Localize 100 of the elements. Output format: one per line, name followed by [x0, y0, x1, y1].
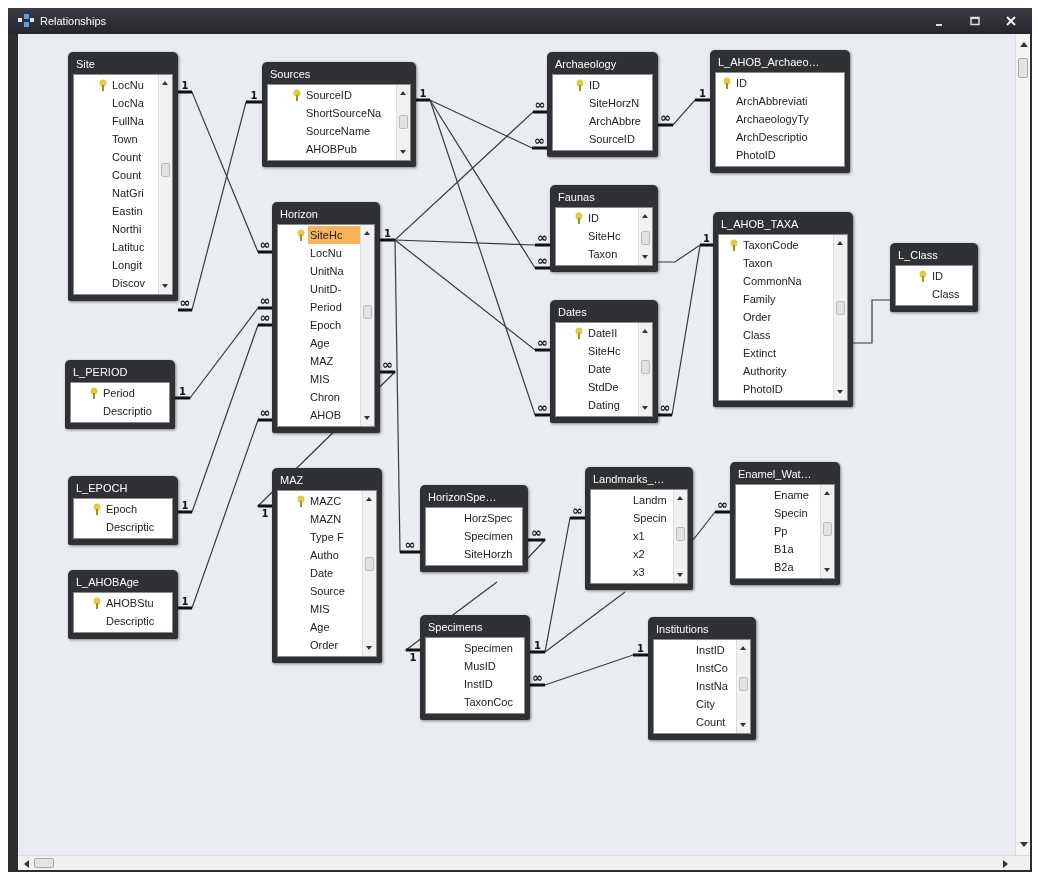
field-name[interactable]: NatGri: [110, 184, 158, 202]
field-name[interactable]: SourceID: [304, 86, 396, 104]
field-name[interactable]: LocNu: [110, 76, 158, 94]
table-card[interactable]: L_Class ID Class: [890, 243, 978, 312]
field-name[interactable]: UnitNa: [308, 262, 360, 280]
field-name[interactable]: InstCo: [694, 659, 736, 677]
field-name[interactable]: SiteHorzh: [462, 545, 522, 563]
table-card[interactable]: MAZ MAZC MAZN Type F Autho Date Source MIS Age Order: [272, 468, 382, 663]
relationship-line[interactable]: [429, 99, 551, 417]
scrollbar[interactable]: [396, 85, 410, 160]
field-name[interactable]: LocNa: [110, 94, 158, 112]
field-name[interactable]: Family: [741, 290, 833, 308]
field-name[interactable]: Count: [110, 166, 158, 184]
field-name[interactable]: AHOB: [308, 406, 360, 424]
field-name[interactable]: SiteHc: [586, 227, 638, 245]
field-name[interactable]: FullNa: [110, 112, 158, 130]
field-name[interactable]: Age: [308, 618, 362, 636]
field-name[interactable]: Period: [101, 384, 169, 402]
table-card[interactable]: Archaeology ID SiteHorzN ArchAbbre SourceID: [547, 52, 658, 157]
field-name[interactable]: SourceName: [304, 122, 396, 140]
field-name[interactable]: x1: [631, 527, 673, 545]
field-name[interactable]: HorzSpec: [462, 509, 522, 527]
field-name[interactable]: Taxon: [586, 245, 638, 263]
field-name[interactable]: Pp: [772, 522, 820, 540]
field-name[interactable]: StdDe: [586, 378, 638, 396]
field-name[interactable]: Taxon: [741, 254, 833, 272]
field-name[interactable]: AHOBPub: [304, 140, 396, 158]
relationship-line[interactable]: [394, 239, 421, 554]
field-name[interactable]: City: [694, 695, 736, 713]
field-name[interactable]: ArchAbbreviati: [734, 92, 844, 110]
field-name[interactable]: Ename: [772, 486, 820, 504]
table-card[interactable]: Dates DateII SiteHc Date StdDe Dating: [550, 300, 658, 423]
scrollbar[interactable]: [638, 208, 652, 265]
vertical-scrollbar[interactable]: [1015, 34, 1030, 855]
field-name[interactable]: Class: [930, 285, 972, 303]
table-card[interactable]: Specimens Specimen MusID InstID TaxonCoc: [420, 615, 530, 720]
field-name[interactable]: MIS: [308, 370, 360, 388]
scrollbar[interactable]: [820, 485, 834, 578]
field-name[interactable]: Descriptio: [101, 402, 169, 420]
table-card[interactable]: L_AHOB_Archaeo… ID ArchAbbreviati ArchaeologyTy ArchDescriptio PhotoID: [710, 50, 850, 173]
table-card[interactable]: HorizonSpe… HorzSpec Specimen SiteHorzh: [420, 485, 528, 572]
field-name[interactable]: Eastin: [110, 202, 158, 220]
scrollbar[interactable]: [833, 235, 847, 400]
field-name[interactable]: MAZN: [308, 510, 362, 528]
field-name[interactable]: SiteHc: [308, 226, 360, 244]
field-name[interactable]: Type F: [308, 528, 362, 546]
relationship-line[interactable]: [394, 239, 551, 352]
field-name[interactable]: Northi: [110, 220, 158, 238]
table-card[interactable]: Horizon SiteHc LocNu UnitNa UnitD- Period Epoch Age MAZ MIS Chron AHOB: [272, 202, 380, 433]
field-name[interactable]: UnitD-: [308, 280, 360, 298]
relationship-line[interactable]: [544, 591, 626, 653]
field-name[interactable]: ArchDescriptio: [734, 128, 844, 146]
horizontal-scrollbar[interactable]: [18, 855, 1030, 870]
field-name[interactable]: SourceID: [587, 130, 652, 148]
relationship-line[interactable]: [429, 99, 551, 270]
table-card[interactable]: Institutions InstID InstCo InstNa City Count: [648, 617, 756, 740]
scrollbar[interactable]: [360, 225, 374, 426]
field-name[interactable]: Descriptic: [104, 612, 172, 630]
field-name[interactable]: Authority: [741, 362, 833, 380]
field-name[interactable]: Period: [308, 298, 360, 316]
scrollbar[interactable]: [673, 490, 687, 583]
field-name[interactable]: Age: [308, 334, 360, 352]
field-name[interactable]: Epoch: [308, 316, 360, 334]
scrollbar[interactable]: [158, 75, 172, 294]
field-name[interactable]: PhotoID: [734, 146, 844, 164]
field-name[interactable]: TaxonCoc: [462, 693, 524, 711]
field-name[interactable]: Specimen: [462, 527, 522, 545]
field-name[interactable]: ID: [930, 267, 972, 285]
field-name[interactable]: SiteHc: [586, 342, 638, 360]
table-card[interactable]: Sources SourceID ShortSourceNa SourceName AHOBPub: [262, 62, 416, 167]
table-card[interactable]: Site LocNu LocNa FullNa Town Count Count NatGri Eastin Northi Latituc Longit Discov: [68, 52, 178, 301]
field-name[interactable]: Order: [741, 308, 833, 326]
field-name[interactable]: Specimen: [462, 639, 524, 657]
table-card[interactable]: Enamel_Wat… Ename Specin Pp B1a B2a: [730, 462, 840, 585]
relationship-line[interactable]: [852, 299, 891, 344]
field-name[interactable]: Extinct: [741, 344, 833, 362]
relationship-line[interactable]: [657, 245, 701, 417]
field-name[interactable]: AHOBStu: [104, 594, 172, 612]
field-name[interactable]: MusID: [462, 657, 524, 675]
relationship-line[interactable]: [394, 239, 551, 247]
field-name[interactable]: MAZ: [308, 352, 360, 370]
field-name[interactable]: Class: [741, 326, 833, 344]
field-name[interactable]: SiteHorzN: [587, 94, 652, 112]
field-name[interactable]: Source: [308, 582, 362, 600]
field-name[interactable]: Town: [110, 130, 158, 148]
field-name[interactable]: ID: [587, 76, 652, 94]
field-name[interactable]: Descriptic: [104, 518, 172, 536]
field-name[interactable]: ArchAbbre: [587, 112, 652, 130]
field-name[interactable]: Longit: [110, 256, 158, 274]
relationship-line[interactable]: [177, 418, 273, 610]
table-card[interactable]: L_PERIOD Period Descriptio: [65, 360, 175, 429]
field-name[interactable]: Specin: [772, 504, 820, 522]
field-name[interactable]: Discov: [110, 274, 158, 292]
field-name[interactable]: Date: [308, 564, 362, 582]
table-card[interactable]: L_AHOBAge AHOBStu Descriptic: [68, 570, 178, 639]
field-name[interactable]: InstID: [462, 675, 524, 693]
field-name[interactable]: DateII: [586, 324, 638, 342]
field-name[interactable]: Epoch: [104, 500, 172, 518]
field-name[interactable]: LocNu: [308, 244, 360, 262]
field-name[interactable]: B2a: [772, 558, 820, 576]
